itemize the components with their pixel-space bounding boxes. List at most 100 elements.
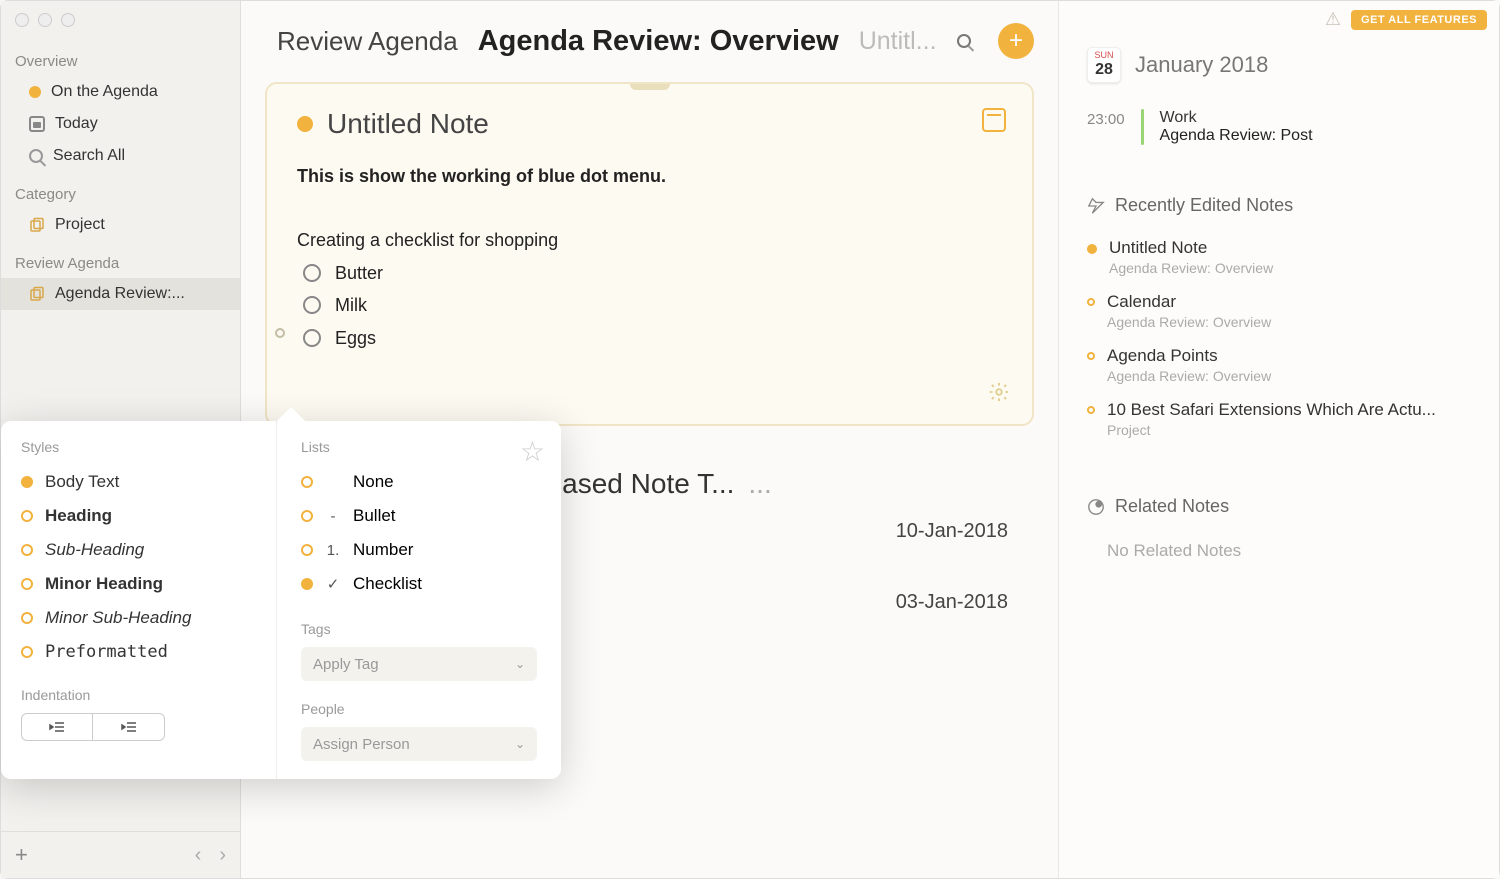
cal-num: 28 — [1088, 61, 1120, 79]
note-dot-icon — [1087, 298, 1095, 306]
search-icon — [29, 149, 43, 163]
sidebar-footer: + ‹ › — [1, 831, 240, 878]
sidebar-item-label: Today — [55, 115, 98, 133]
note-dot-icon — [1087, 406, 1095, 414]
close-icon[interactable] — [15, 13, 29, 27]
event-title: Work — [1160, 109, 1313, 127]
style-minor-sub-heading[interactable]: Minor Sub-Heading — [21, 601, 256, 635]
checklist-item[interactable]: Eggs — [303, 322, 1002, 354]
checkbox-icon[interactable] — [303, 264, 321, 282]
sidebar-item-label: On the Agenda — [51, 83, 158, 101]
search-button[interactable] — [944, 21, 984, 61]
get-features-button[interactable]: GET ALL FEATURES — [1351, 10, 1487, 30]
nav-forward-button[interactable]: › — [219, 844, 226, 867]
recent-note-item[interactable]: Agenda PointsAgenda Review: Overview — [1087, 338, 1471, 392]
checklist-item[interactable]: Butter — [303, 257, 1002, 289]
radio-selected-icon — [301, 578, 313, 590]
list-none[interactable]: None — [301, 465, 537, 499]
tags-heading: Tags — [301, 621, 537, 637]
note-dot-icon — [1087, 352, 1095, 360]
list-prefix-icon: 1. — [325, 542, 341, 559]
agenda-dot-icon[interactable] — [297, 116, 313, 132]
note-body[interactable]: This is show the working of blue dot men… — [297, 160, 1002, 354]
indent-button[interactable] — [93, 713, 165, 741]
radio-icon — [21, 612, 33, 624]
warning-icon[interactable]: ⚠︎ — [1325, 9, 1341, 30]
radio-icon — [21, 646, 33, 658]
radio-selected-icon — [21, 476, 33, 488]
people-heading: People — [301, 701, 537, 717]
sidebar-item-project[interactable]: Project — [1, 209, 240, 241]
add-project-button[interactable]: + — [15, 842, 28, 868]
list-bullet[interactable]: - Bullet — [301, 499, 537, 533]
list-checklist[interactable]: ✓ Checklist — [301, 567, 537, 601]
sidebar-item-label: Agenda Review:... — [55, 285, 185, 303]
style-sub-heading[interactable]: Sub-Heading — [21, 533, 256, 567]
recent-notes-header: Recently Edited Notes — [1087, 195, 1471, 216]
calendar-today-icon — [29, 116, 45, 132]
style-minor-heading[interactable]: Minor Heading — [21, 567, 256, 601]
note-settings-button[interactable] — [988, 381, 1010, 408]
more-icon[interactable]: ... — [748, 468, 771, 500]
breadcrumb-current: Agenda Review: Overview — [478, 25, 839, 58]
sidebar-section-overview: Overview — [1, 39, 240, 76]
note-card[interactable]: Untitled Note This is show the working o… — [265, 82, 1034, 426]
zoom-icon[interactable] — [61, 13, 75, 27]
style-preformatted[interactable]: Preformatted — [21, 635, 256, 669]
sidebar-item-on-the-agenda[interactable]: On the Agenda — [1, 76, 240, 108]
sidebar-item-label: Search All — [53, 147, 125, 165]
checklist-label: Milk — [335, 289, 367, 321]
sidebar-item-today[interactable]: Today — [1, 108, 240, 140]
search-icon — [957, 34, 971, 48]
sidebar-item-search-all[interactable]: Search All — [1, 140, 240, 172]
calendar-badge-icon: SUN 28 — [1087, 47, 1121, 83]
sidebar-item-agenda-review[interactable]: Agenda Review:... — [1, 278, 240, 310]
calendar-month: January 2018 — [1135, 52, 1268, 78]
list-prefix-icon: ✓ — [325, 575, 341, 593]
calendar-icon[interactable] — [982, 108, 1006, 132]
style-body-text[interactable]: Body Text — [21, 465, 256, 499]
related-notes-empty: No Related Notes — [1107, 541, 1471, 561]
checklist-label: Butter — [335, 257, 383, 289]
drag-handle-icon[interactable] — [630, 84, 670, 90]
breadcrumb-next[interactable]: Untitl... — [859, 27, 937, 56]
checklist-label: Eggs — [335, 322, 376, 354]
checkbox-icon[interactable] — [303, 329, 321, 347]
calendar-header[interactable]: SUN 28 January 2018 — [1087, 47, 1471, 83]
checklist-item[interactable]: Milk — [303, 289, 1002, 321]
agenda-dot-icon — [29, 86, 41, 98]
radio-icon — [301, 544, 313, 556]
gutter-dot-icon[interactable] — [275, 328, 285, 338]
recent-note-item[interactable]: CalendarAgenda Review: Overview — [1087, 284, 1471, 338]
new-note-button[interactable]: + — [998, 23, 1034, 59]
note-line: This is show the working of blue dot men… — [297, 166, 666, 186]
favorite-star-icon[interactable]: ☆ — [520, 435, 545, 468]
radio-icon — [21, 510, 33, 522]
sidebar-item-label: Project — [55, 216, 105, 234]
list-number[interactable]: 1. Number — [301, 533, 537, 567]
checkbox-icon[interactable] — [303, 296, 321, 314]
minimize-icon[interactable] — [38, 13, 52, 27]
note-title[interactable]: Untitled Note — [327, 108, 489, 140]
radio-icon — [21, 578, 33, 590]
breadcrumb-prev[interactable]: Review Agenda — [277, 26, 458, 57]
calendar-event[interactable]: 23:00 Work Agenda Review: Post — [1087, 109, 1471, 145]
note-dot-icon — [1087, 244, 1097, 254]
window-traffic-lights — [1, 1, 240, 39]
related-notes-header: Related Notes — [1087, 496, 1471, 517]
sidebar-section-category: Category — [1, 172, 240, 209]
chevron-down-icon: ⌄ — [515, 737, 525, 751]
cal-day: SUN — [1088, 48, 1120, 61]
note-line: Creating a checklist for shopping — [297, 224, 1002, 256]
recent-note-item[interactable]: Untitled NoteAgenda Review: Overview — [1087, 230, 1471, 284]
style-heading[interactable]: Heading — [21, 499, 256, 533]
apply-tag-select[interactable]: Apply Tag ⌄ — [301, 647, 537, 681]
assign-person-select[interactable]: Assign Person ⌄ — [301, 727, 537, 761]
styles-heading: Styles — [21, 439, 256, 455]
recent-note-item[interactable]: 10 Best Safari Extensions Which Are Actu… — [1087, 392, 1471, 446]
header-actions: + — [944, 21, 1034, 61]
nav-back-button[interactable]: ‹ — [195, 844, 202, 867]
indentation-heading: Indentation — [21, 687, 256, 703]
outdent-button[interactable] — [21, 713, 93, 741]
event-sub: Agenda Review: Post — [1160, 127, 1313, 145]
